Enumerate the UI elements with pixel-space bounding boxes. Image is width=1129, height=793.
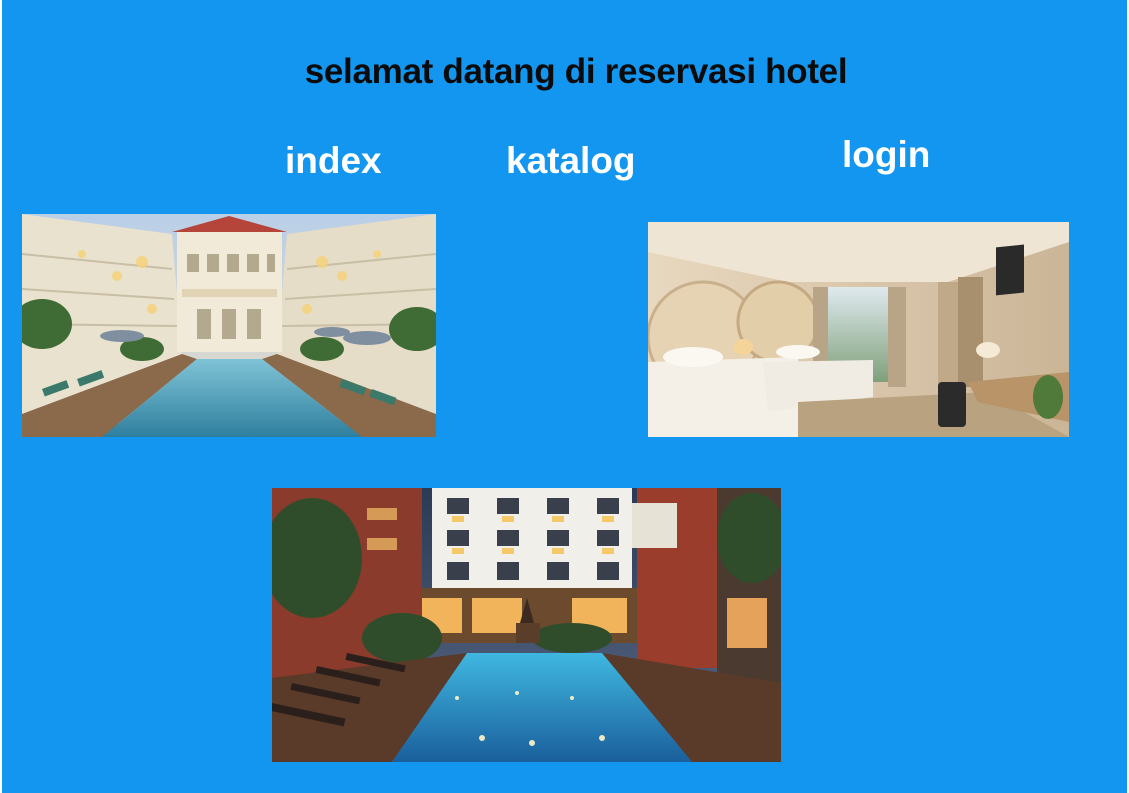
nav-link-katalog[interactable]: katalog [506, 140, 636, 182]
page: selamat datang di reservasi hotel index … [2, 0, 1127, 793]
hotel-twin-bedroom-photo [648, 222, 1069, 437]
nav-link-login[interactable]: login [842, 134, 930, 176]
nav-link-index[interactable]: index [285, 140, 382, 182]
page-title: selamat datang di reservasi hotel [304, 52, 848, 91]
hotel-night-pool-photo [272, 488, 781, 762]
hotel-courtyard-pool-photo [22, 214, 436, 437]
